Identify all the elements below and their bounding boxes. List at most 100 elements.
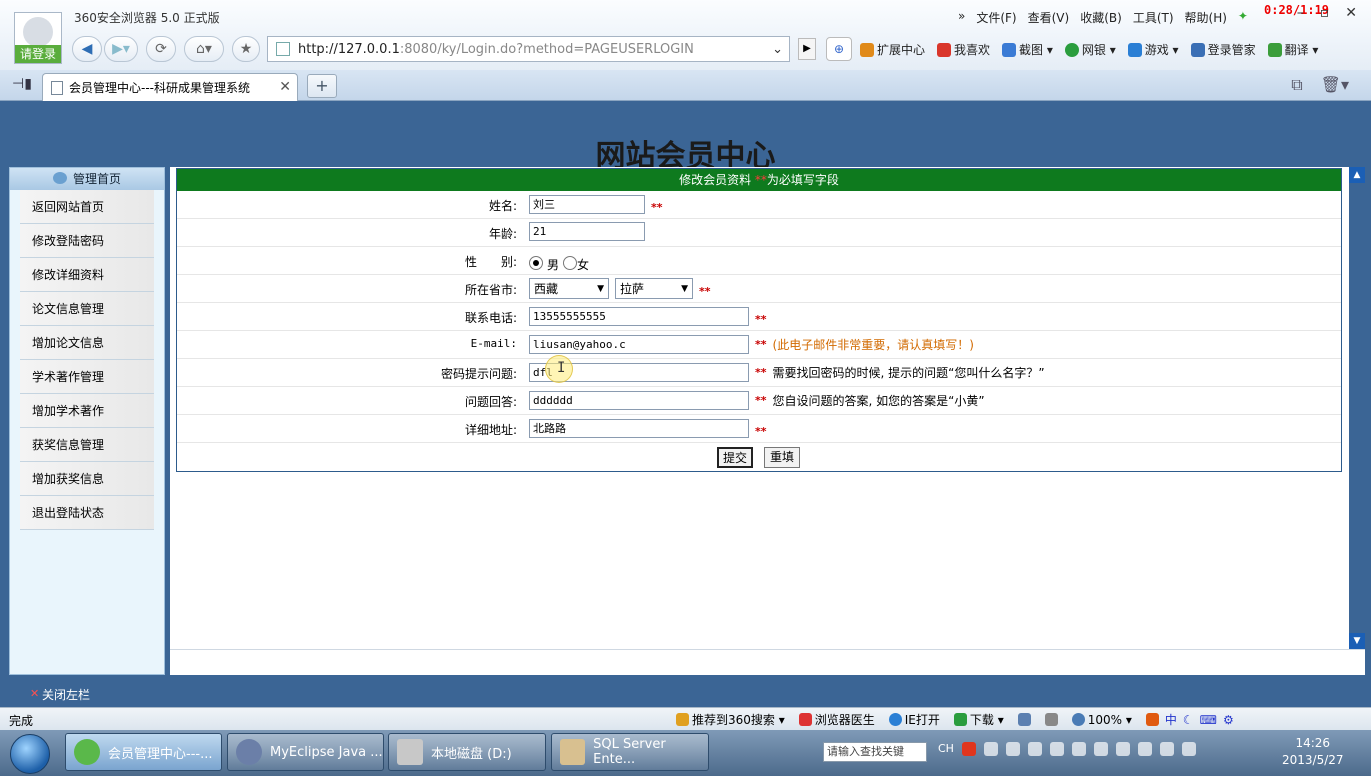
go-button[interactable]: ▶ <box>798 38 816 60</box>
horizontal-scrollbar[interactable] <box>170 649 1365 675</box>
ext-center[interactable]: 扩展中心 <box>860 41 925 58</box>
close-left-label: 关闭左栏 <box>42 688 91 702</box>
ext-games[interactable]: 游戏 ▾ <box>1127 41 1179 58</box>
nav-change-password[interactable]: 修改登陆密码 <box>20 224 154 258</box>
tray-app-icon[interactable] <box>1115 742 1130 756</box>
submit-button[interactable]: 提交 <box>717 447 753 468</box>
clock[interactable]: 14:26 2013/5/27 <box>1282 735 1344 769</box>
menu-more[interactable]: » <box>958 9 965 26</box>
volume-icon[interactable] <box>1181 742 1196 756</box>
ie-icon <box>888 713 902 726</box>
security-shield-icon[interactable]: ⊕ <box>826 37 852 61</box>
close-left-bar[interactable]: ✕ 关闭左栏 <box>0 680 1371 707</box>
question-hint: 需要找回密码的时候, 提示的问题“您叫什么名字？” <box>772 366 1045 380</box>
ext-like[interactable]: 我喜欢 <box>937 41 990 58</box>
form-title: 修改会员资料 <box>679 173 752 187</box>
task-sql-server[interactable]: SQL Server Ente... <box>551 733 709 771</box>
address-bar[interactable]: http://127.0.0.1:8080/ky/Login.do?method… <box>267 36 790 62</box>
taskbar-search-input[interactable]: 请输入查找关键 <box>823 742 927 762</box>
start-button[interactable] <box>10 734 50 774</box>
recommend-360-search[interactable]: 推荐到360搜索 ▾ <box>676 711 785 728</box>
restore-tabs-icon[interactable]: ⧉ <box>1291 75 1302 95</box>
downloads[interactable]: 下载 ▾ <box>953 711 1004 728</box>
new-tab-button[interactable]: + <box>307 74 337 98</box>
required-marker: ** <box>699 285 711 298</box>
gender-female-radio[interactable] <box>563 255 578 270</box>
refresh-button[interactable]: ⟳ <box>146 36 176 62</box>
tray-app-icon[interactable] <box>1137 742 1152 756</box>
key-icon <box>1190 42 1205 57</box>
window-icon <box>1017 713 1031 726</box>
nav-logout[interactable]: 退出登陆状态 <box>20 496 154 530</box>
province-select[interactable]: 西藏 ▼ <box>529 278 609 299</box>
vertical-scrollbar[interactable]: ▲ ▼ <box>1349 167 1365 649</box>
user-avatar[interactable]: 请登录 <box>14 12 62 64</box>
nav-add-paper[interactable]: 增加论文信息 <box>20 326 154 360</box>
scroll-down-icon[interactable]: ▼ <box>1349 633 1365 649</box>
nav-add-award[interactable]: 增加获奖信息 <box>20 462 154 496</box>
task-local-disk[interactable]: 本地磁盘 (D:) <box>388 733 546 771</box>
gender-male-radio[interactable] <box>529 255 543 270</box>
city-select[interactable]: 拉萨 ▼ <box>615 278 693 299</box>
volume[interactable] <box>1044 713 1058 726</box>
close-icon[interactable]: ✕ <box>1345 5 1357 21</box>
tab-member-center[interactable]: 会员管理中心---科研成果管理系统 ✕ <box>42 73 298 101</box>
answer-input[interactable]: dddddd <box>529 391 749 410</box>
reset-button[interactable]: 重填 <box>764 447 800 468</box>
favorite-button[interactable]: ★ <box>232 36 260 62</box>
nav-book-management[interactable]: 学术著作管理 <box>20 360 154 394</box>
forward-button[interactable]: ▶▾ <box>104 36 138 62</box>
maximize-icon[interactable]: ▫ <box>1320 5 1330 21</box>
nav-award-management[interactable]: 获奖信息管理 <box>20 428 154 462</box>
email-input[interactable]: liusan@yahoo.c <box>529 335 749 354</box>
ext-bank[interactable]: 网银 ▾ <box>1064 41 1116 58</box>
zoom-level[interactable]: 100% ▾ <box>1071 713 1132 727</box>
nav-back-to-site[interactable]: 返回网站首页 <box>20 190 154 224</box>
tray-app-icon[interactable] <box>1049 742 1064 756</box>
sidebar-header[interactable]: 管理首页 <box>10 168 164 190</box>
sogou-tray-icon[interactable] <box>961 742 976 756</box>
phone-input[interactable]: 13555555555 <box>529 307 749 326</box>
task-myeclipse[interactable]: MyEclipse Java ... <box>227 733 384 771</box>
menu-tools[interactable]: 工具(T) <box>1133 9 1174 26</box>
trash-icon[interactable]: 🗑▾ <box>1321 75 1349 95</box>
window-mode[interactable] <box>1017 713 1031 726</box>
login-button[interactable]: 请登录 <box>15 45 61 63</box>
menu-help[interactable]: 帮助(H) <box>1185 9 1227 26</box>
network-icon[interactable] <box>1159 742 1174 756</box>
ext-login-manager[interactable]: 登录管家 <box>1190 41 1256 58</box>
nav-edit-profile[interactable]: 修改详细资料 <box>20 258 154 292</box>
name-label: 姓名: <box>488 199 517 213</box>
scroll-up-icon[interactable]: ▲ <box>1349 167 1365 183</box>
tray-app-icon[interactable] <box>983 742 998 756</box>
translate-icon <box>1267 42 1282 57</box>
tab-close-icon[interactable]: ✕ <box>279 79 291 95</box>
forward-arrow-icon: ▶▾ <box>112 41 130 57</box>
ext-screenshot[interactable]: 截图 ▾ <box>1002 41 1053 58</box>
back-button[interactable]: ◀ <box>72 36 102 62</box>
menu-file[interactable]: 文件(F) <box>976 9 1016 26</box>
menu-favorites[interactable]: 收藏(B) <box>1080 9 1122 26</box>
ext-translate[interactable]: 翻译 ▾ <box>1267 41 1318 58</box>
browser-doctor[interactable]: 浏览器医生 <box>798 711 875 728</box>
home-button[interactable]: ⌂▾ <box>184 36 224 62</box>
language-indicator[interactable]: CH <box>938 742 954 756</box>
menu-view[interactable]: 查看(V) <box>1028 9 1070 26</box>
nav-add-book[interactable]: 增加学术著作 <box>20 394 154 428</box>
mouse-cursor-highlight: I <box>545 355 573 383</box>
tray-app-icon[interactable] <box>1027 742 1042 756</box>
ime-toolbar[interactable]: 中 ☾ ⌨ ⚙ <box>1145 711 1234 728</box>
task-browser[interactable]: 会员管理中心---... <box>65 733 222 771</box>
minimize-icon[interactable]: – <box>1297 5 1304 21</box>
address-input[interactable]: 北路路 <box>529 419 749 438</box>
name-input[interactable]: 刘三 <box>529 195 645 214</box>
tray-app-icon[interactable] <box>1005 742 1020 756</box>
nav-paper-management[interactable]: 论文信息管理 <box>20 292 154 326</box>
tray-app-icon[interactable] <box>1093 742 1108 756</box>
age-input[interactable]: 21 <box>529 222 645 241</box>
address-dropdown-icon[interactable]: ⌄ <box>772 42 783 57</box>
open-in-ie[interactable]: IE打开 <box>888 711 940 728</box>
tray-app-icon[interactable] <box>1071 742 1086 756</box>
skin-icon[interactable]: ✦ <box>1238 9 1248 26</box>
sidebar-toggle-icon[interactable]: ⊣▮ <box>12 76 32 92</box>
